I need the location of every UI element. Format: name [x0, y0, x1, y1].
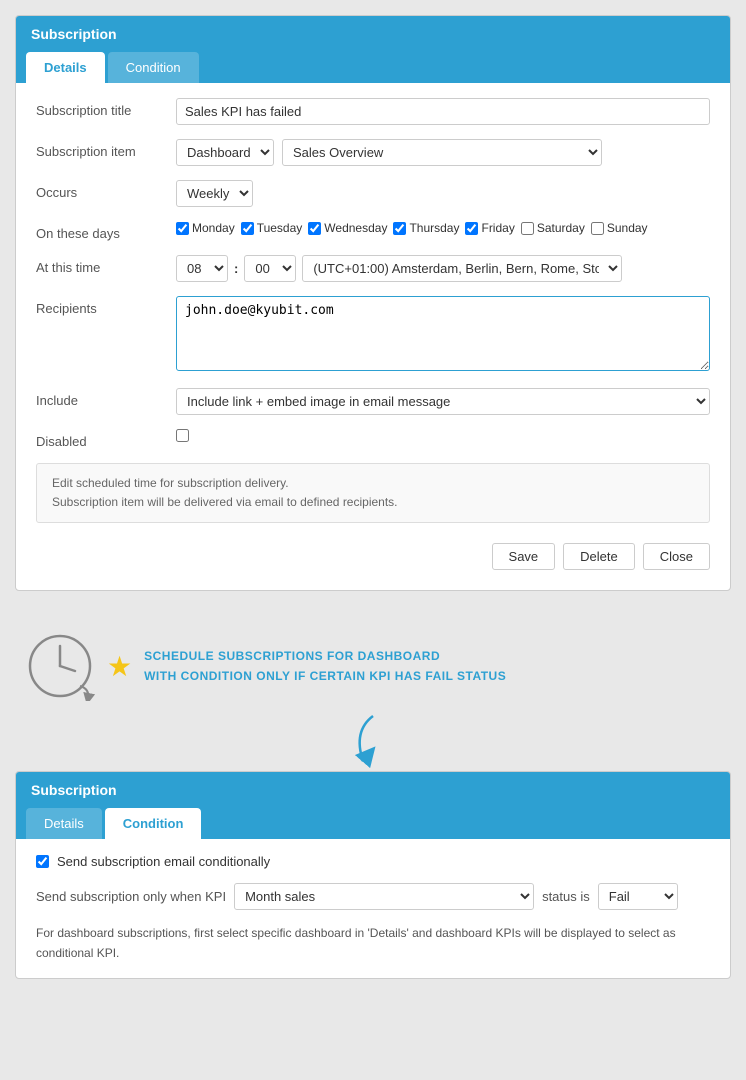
label-sunday: Sunday	[607, 221, 648, 235]
checkbox-saturday[interactable]	[521, 222, 534, 235]
annotation-line-1: SCHEDULE SUBSCRIPTIONS FOR DASHBOARD	[144, 646, 506, 666]
include-control: Include link + embed image in email mess…	[176, 388, 710, 415]
label-send-conditionally: Send subscription email conditionally	[57, 854, 270, 869]
occurs-control: Weekly	[176, 180, 710, 207]
label-wednesday: Wednesday	[324, 221, 387, 235]
info-text-line1: Edit scheduled time for subscription del…	[52, 474, 694, 493]
panel-header-1: Subscription	[16, 16, 730, 52]
kpi-info-text: For dashboard subscriptions, first selec…	[36, 924, 710, 962]
delete-button[interactable]: Delete	[563, 543, 635, 570]
recipients-control	[176, 296, 710, 374]
subscription-panel-2: Subscription Details Condition Send subs…	[15, 771, 731, 978]
checkbox-wednesday[interactable]	[308, 222, 321, 235]
time-minute-select[interactable]: 00	[244, 255, 296, 282]
tab-condition-2[interactable]: Condition	[105, 808, 202, 839]
day-sunday: Sunday	[591, 221, 648, 235]
tab-details-2[interactable]: Details	[26, 808, 102, 839]
label-on-these-days: On these days	[36, 221, 176, 241]
day-monday: Monday	[176, 221, 235, 235]
checkbox-tuesday[interactable]	[241, 222, 254, 235]
day-wednesday: Wednesday	[308, 221, 387, 235]
form-row-occurs: Occurs Weekly	[36, 180, 710, 207]
label-saturday: Saturday	[537, 221, 585, 235]
label-at-this-time: At this time	[36, 255, 176, 275]
form-row-include: Include Include link + embed image in em…	[36, 388, 710, 415]
clock-icon	[25, 631, 95, 701]
label-tuesday: Tuesday	[257, 221, 303, 235]
disabled-control	[176, 429, 710, 445]
recipients-textarea[interactable]	[176, 296, 710, 371]
info-text-line2: Subscription item will be delivered via …	[52, 493, 694, 512]
info-box-1: Edit scheduled time for subscription del…	[36, 463, 710, 523]
day-thursday: Thursday	[393, 221, 459, 235]
time-colon: :	[234, 261, 238, 276]
save-button[interactable]: Save	[492, 543, 556, 570]
form-row-title: Subscription title	[36, 98, 710, 125]
day-tuesday: Tuesday	[241, 221, 303, 235]
subscription-item-select-2[interactable]: Sales Overview	[282, 139, 602, 166]
tab-details-1[interactable]: Details	[26, 52, 105, 83]
input-subscription-title-container	[176, 98, 710, 125]
label-subscription-item: Subscription item	[36, 139, 176, 159]
label-send-only-when: Send subscription only when KPI	[36, 889, 226, 904]
panel-header-2: Subscription	[16, 772, 730, 808]
status-select[interactable]: Fail	[598, 883, 678, 910]
label-occurs: Occurs	[36, 180, 176, 200]
checkbox-friday[interactable]	[465, 222, 478, 235]
annotation-area: ★ SCHEDULE SUBSCRIPTIONS FOR DASHBOARD W…	[25, 611, 731, 721]
panel-tabs-1: Details Condition	[16, 52, 730, 83]
panel-body-2: Send subscription email conditionally Se…	[16, 839, 730, 977]
button-row-1: Save Delete Close	[36, 533, 710, 575]
row-kpi: Send subscription only when KPI Month sa…	[36, 883, 710, 910]
checkbox-sunday[interactable]	[591, 222, 604, 235]
label-thursday: Thursday	[409, 221, 459, 235]
annotation-line-2: WITH CONDITION ONLY IF CERTAIN KPI HAS F…	[144, 666, 506, 686]
timezone-select[interactable]: (UTC+01:00) Amsterdam, Berlin, Bern, Rom…	[302, 255, 622, 282]
checkbox-disabled[interactable]	[176, 429, 189, 442]
subscription-item-select-1[interactable]: Dashboard	[176, 139, 274, 166]
label-friday: Friday	[481, 221, 514, 235]
form-row-recipients: Recipients	[36, 296, 710, 374]
subscription-item-selects: Dashboard Sales Overview	[176, 139, 710, 166]
checkbox-monday[interactable]	[176, 222, 189, 235]
include-select[interactable]: Include link + embed image in email mess…	[176, 388, 710, 415]
form-row-item: Subscription item Dashboard Sales Overvi…	[36, 139, 710, 166]
annotation-text-block: SCHEDULE SUBSCRIPTIONS FOR DASHBOARD WIT…	[144, 646, 506, 687]
days-checkboxes: Monday Tuesday Wednesday Thursday Friday	[176, 221, 710, 235]
close-button[interactable]: Close	[643, 543, 710, 570]
day-friday: Friday	[465, 221, 514, 235]
star-icon: ★	[107, 650, 132, 683]
form-row-days: On these days Monday Tuesday Wednesday T…	[36, 221, 710, 241]
label-include: Include	[36, 388, 176, 408]
subscription-title-input[interactable]	[176, 98, 710, 125]
label-status-is: status is	[542, 889, 590, 904]
checkbox-send-conditionally[interactable]	[36, 855, 49, 868]
form-row-time: At this time 08 : 00 (UTC+01:00) Amsterd…	[36, 255, 710, 282]
kpi-select[interactable]: Month sales	[234, 883, 534, 910]
label-monday: Monday	[192, 221, 235, 235]
day-saturday: Saturday	[521, 221, 585, 235]
panel-tabs-2: Details Condition	[16, 808, 730, 839]
label-disabled: Disabled	[36, 429, 176, 449]
tab-condition-1[interactable]: Condition	[108, 52, 199, 83]
panel-body-1: Subscription title Subscription item Das…	[16, 83, 730, 590]
label-subscription-title: Subscription title	[36, 98, 176, 118]
time-controls: 08 : 00 (UTC+01:00) Amsterdam, Berlin, B…	[176, 255, 710, 282]
form-row-disabled: Disabled	[36, 429, 710, 449]
subscription-panel-1: Subscription Details Condition Subscript…	[15, 15, 731, 591]
checkbox-thursday[interactable]	[393, 222, 406, 235]
occurs-select[interactable]: Weekly	[176, 180, 253, 207]
row-send-conditionally: Send subscription email conditionally	[36, 854, 710, 869]
label-recipients: Recipients	[36, 296, 176, 316]
time-hour-select[interactable]: 08	[176, 255, 228, 282]
